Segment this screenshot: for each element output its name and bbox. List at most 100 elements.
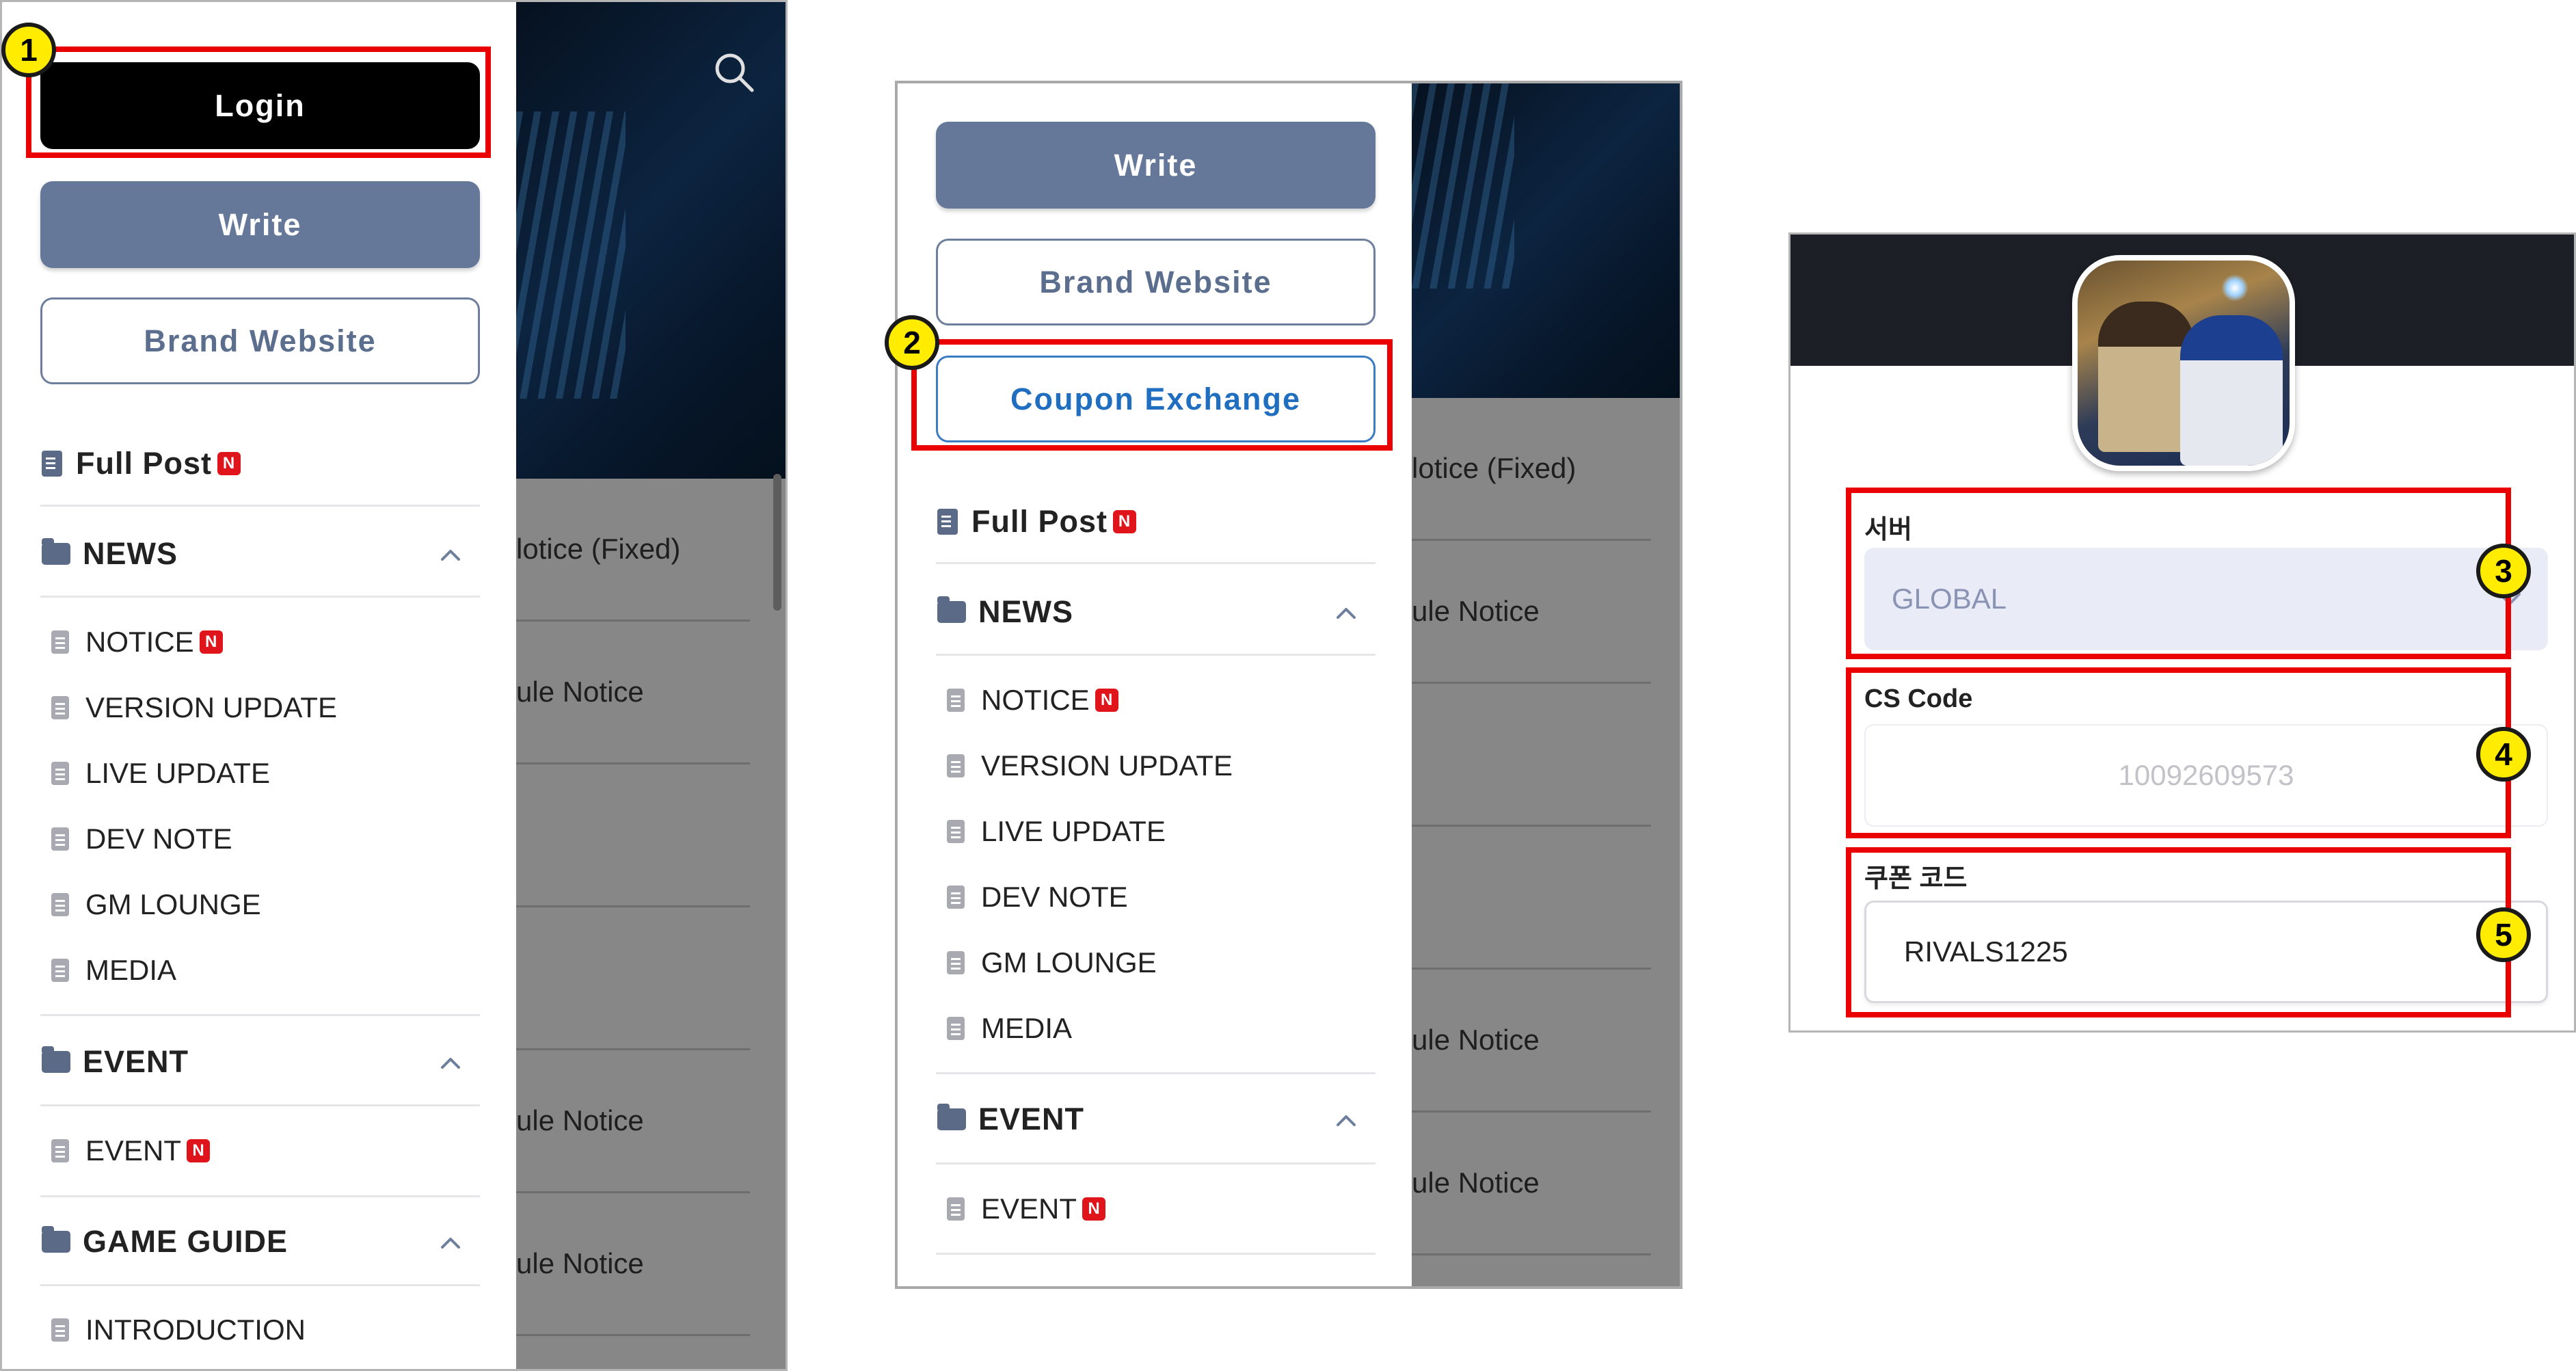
player-figure-right [2180, 315, 2283, 466]
scrollbar[interactable] [773, 474, 781, 611]
chevron-up-icon[interactable] [1332, 600, 1360, 627]
callout-number: 4 [2476, 727, 2531, 782]
menu-item-live-update[interactable]: LIVE UPDATE [947, 811, 1166, 852]
game-app-icon [2072, 255, 2295, 471]
divider [40, 1104, 480, 1106]
document-icon [937, 509, 958, 535]
highlight-box-server [1846, 488, 2511, 659]
folder-icon [42, 1226, 70, 1253]
divider [40, 505, 480, 507]
menu-item-label: EVENT [85, 1134, 182, 1167]
menu-item-label: NOTICE [85, 626, 194, 658]
menu-full-post[interactable]: Full Post N [937, 498, 1136, 546]
background-post-title: ule Notice [1412, 1167, 1540, 1199]
divider [40, 1284, 480, 1286]
menu-section-event[interactable]: EVENT [937, 1095, 1084, 1143]
new-badge: N [187, 1139, 211, 1162]
divider [936, 654, 1376, 656]
menu-item-media[interactable]: MEDIA [947, 1008, 1072, 1049]
menu-item-label: VERSION UPDATE [981, 749, 1233, 782]
menu-item-media[interactable]: MEDIA [51, 950, 176, 991]
document-icon [51, 1139, 69, 1162]
menu-section-game-guide[interactable]: GAME GUIDE [42, 1218, 288, 1266]
menu-item-notice[interactable]: NOTICE N [51, 622, 223, 663]
chevron-up-icon[interactable] [437, 1229, 464, 1257]
background-post-row [1412, 684, 1651, 827]
menu-section-news-label: NEWS [978, 594, 1073, 629]
background-post-row: ule Notice [1412, 1113, 1651, 1255]
divider [936, 1072, 1376, 1074]
menu-item-event[interactable]: EVENT N [51, 1130, 211, 1171]
menu-item-label: VERSION UPDATE [85, 691, 337, 723]
menu-section-news[interactable]: NEWS [42, 530, 178, 578]
document-icon [947, 1197, 965, 1221]
new-badge: N [1082, 1197, 1106, 1221]
banner-graphic [516, 111, 626, 399]
chevron-up-icon[interactable] [437, 1050, 464, 1077]
background-post-row: ule Notice [516, 1050, 750, 1193]
menu-item-label: LIVE UPDATE [85, 757, 270, 789]
background-post-row: ule Notice [516, 622, 750, 764]
write-button[interactable]: Write [40, 181, 480, 268]
menu-item-notice[interactable]: NOTICE N [947, 680, 1118, 721]
menu-item-label: DEV NOTE [981, 881, 1128, 913]
document-icon [51, 893, 69, 916]
document-icon [947, 1017, 965, 1040]
menu-item-label: NOTICE [981, 684, 1090, 716]
menu-item-dev-note[interactable]: DEV NOTE [51, 818, 232, 860]
background-post-title: lotice (Fixed) [1412, 452, 1577, 484]
document-icon [51, 630, 69, 654]
highlight-box-coupon-exchange [911, 339, 1393, 451]
menu-section-news-label: NEWS [83, 536, 178, 571]
chevron-up-icon[interactable] [1332, 1107, 1360, 1134]
background-post-row: ule Notice [516, 1193, 750, 1336]
write-button[interactable]: Write [936, 122, 1376, 209]
new-badge: N [1095, 689, 1118, 712]
document-icon [947, 754, 965, 777]
menu-item-live-update[interactable]: LIVE UPDATE [51, 753, 270, 794]
menu-item-label: MEDIA [85, 954, 177, 986]
background-post-row: ule Notice [1412, 970, 1651, 1113]
menu-item-gm-lounge[interactable]: GM LOUNGE [51, 884, 261, 925]
highlight-box-login [26, 46, 491, 158]
menu-section-event-label: EVENT [978, 1102, 1085, 1136]
background-post-title: ule Notice [1412, 595, 1540, 627]
divider [40, 596, 480, 598]
player-figure-left [2098, 302, 2194, 452]
brand-website-label: Brand Website [1039, 264, 1272, 300]
folder-icon [937, 596, 966, 623]
search-icon[interactable] [712, 50, 755, 94]
background-post-title: lotice (Fixed) [516, 533, 681, 565]
banner-graphic [1412, 83, 1514, 289]
menu-item-label: GM LOUNGE [85, 888, 261, 920]
menu-section-event[interactable]: EVENT [42, 1038, 189, 1086]
brand-website-button[interactable]: Brand Website [40, 297, 480, 384]
chevron-up-icon[interactable] [437, 542, 464, 569]
document-icon [947, 820, 965, 843]
divider [936, 1162, 1376, 1164]
menu-item-event[interactable]: EVENT N [947, 1188, 1106, 1229]
menu-item-label: MEDIA [981, 1012, 1073, 1044]
menu-full-post-label: Full Post [971, 504, 1108, 539]
menu-full-post-label: Full Post [76, 446, 212, 481]
document-icon [51, 762, 69, 785]
brand-website-label: Brand Website [144, 323, 377, 358]
light-glow [2221, 274, 2249, 302]
menu-item-label: DEV NOTE [85, 823, 232, 855]
background-post-row: ule Notice [1412, 541, 1651, 684]
menu-item-gm-lounge[interactable]: GM LOUNGE [947, 942, 1157, 983]
menu-item-introduction[interactable]: INTRODUCTION [51, 1309, 306, 1350]
menu-item-dev-note[interactable]: DEV NOTE [947, 877, 1128, 918]
background-post-row [516, 764, 750, 907]
background-post-title: ule Notice [1412, 1024, 1540, 1056]
menu-item-version-update[interactable]: VERSION UPDATE [947, 745, 1233, 786]
menu-full-post[interactable]: Full Post N [42, 440, 241, 488]
callout-number: 3 [2476, 544, 2531, 598]
menu-item-label: INTRODUCTION [85, 1314, 306, 1346]
document-icon [947, 951, 965, 974]
menu-section-news[interactable]: NEWS [937, 588, 1073, 636]
brand-website-button[interactable]: Brand Website [936, 239, 1376, 325]
document-icon [42, 451, 62, 477]
menu-item-version-update[interactable]: VERSION UPDATE [51, 687, 337, 728]
document-icon [51, 827, 69, 851]
